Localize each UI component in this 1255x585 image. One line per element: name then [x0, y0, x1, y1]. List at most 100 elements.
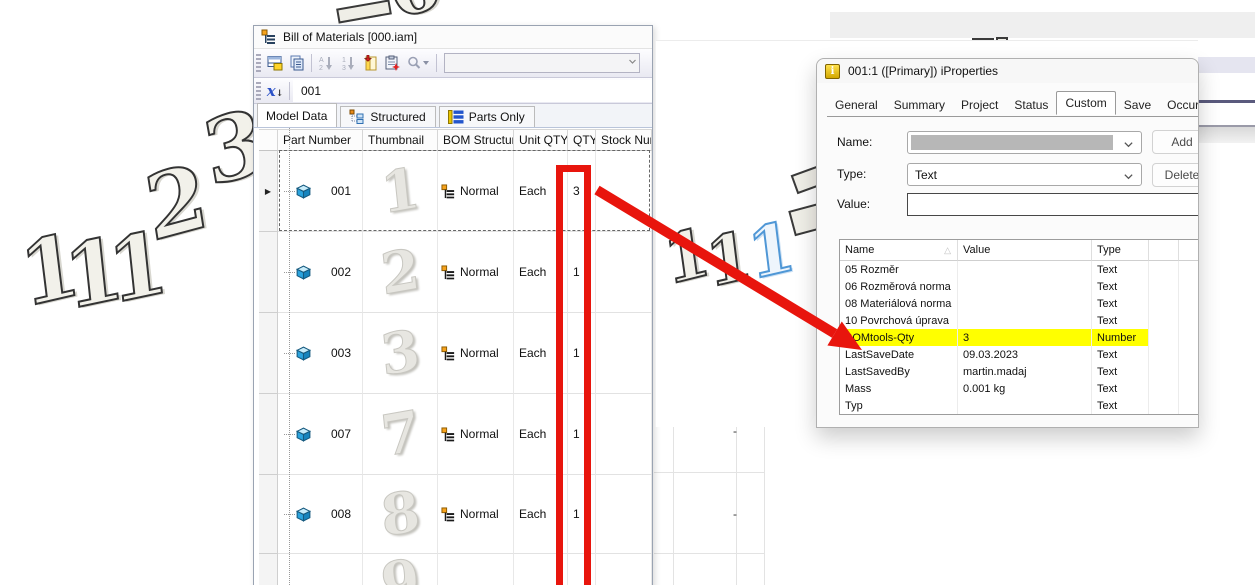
delete-button[interactable]: Delete — [1152, 163, 1199, 187]
property-name[interactable]: 10 Povrchová úprava — [840, 312, 958, 329]
property-row[interactable]: BOMtools-Qty 3 Number — [840, 329, 1199, 346]
property-name[interactable]: LastSaveDate — [840, 346, 958, 363]
property-type[interactable]: Text — [1092, 380, 1149, 397]
qty-cell[interactable]: 1 — [568, 475, 596, 554]
bom-structure-cell[interactable]: Normal — [438, 394, 514, 475]
bom-structure-cell[interactable] — [438, 554, 514, 585]
property-type[interactable]: Text — [1092, 261, 1149, 278]
column-header[interactable]: Part Number — [278, 129, 363, 151]
tab-parts-only[interactable]: Parts Only — [439, 106, 535, 127]
property-column-header[interactable]: Type — [1092, 240, 1149, 261]
thumbnail-cell[interactable]: 3 — [363, 313, 438, 394]
iprops-tab-occurrence[interactable]: Occurrence — [1159, 94, 1199, 116]
property-row[interactable]: LastSavedBy martin.madaj Text — [840, 363, 1199, 380]
type-combobox[interactable]: Text — [907, 163, 1142, 186]
property-row[interactable]: Mass 0.001 kg Text — [840, 380, 1199, 397]
part-number-cell[interactable]: 007 — [278, 394, 363, 475]
property-value[interactable] — [958, 278, 1092, 295]
property-value[interactable]: 0.001 kg — [958, 380, 1092, 397]
qty-cell[interactable]: 1 — [568, 394, 596, 475]
row-selector[interactable] — [259, 232, 278, 313]
property-value[interactable]: 3 — [958, 329, 1092, 346]
unit-qty-cell[interactable]: Each — [514, 394, 568, 475]
row-selector[interactable]: ▶ — [259, 151, 278, 232]
unit-qty-cell[interactable]: Each — [514, 151, 568, 232]
sort-ascending-icon[interactable]: A2 — [315, 52, 337, 74]
property-type[interactable]: Text — [1092, 397, 1149, 414]
toolbar-grip[interactable] — [256, 54, 261, 72]
thumbnail-cell[interactable]: 1 — [363, 151, 438, 232]
part-number-cell[interactable]: 001 — [278, 151, 363, 232]
property-row[interactable]: 06 Rozměrová norma Text — [840, 278, 1199, 295]
qty-cell[interactable]: 1 — [568, 313, 596, 394]
property-type[interactable]: Text — [1092, 295, 1149, 312]
bom-structure-cell[interactable]: Normal — [438, 313, 514, 394]
property-type[interactable]: Text — [1092, 278, 1149, 295]
table-row[interactable]: 003 3 Normal Each 1 — [259, 313, 652, 394]
add-button[interactable]: Add — [1152, 130, 1199, 154]
property-type[interactable]: Text — [1092, 363, 1149, 380]
search-icon[interactable] — [403, 52, 433, 74]
property-row[interactable]: 10 Povrchová úprava Text — [840, 312, 1199, 329]
copy-icon[interactable] — [286, 52, 308, 74]
row-selector[interactable] — [259, 554, 278, 585]
table-row[interactable]: 9 — [259, 554, 652, 585]
name-combobox[interactable] — [907, 131, 1142, 154]
part-number-cell[interactable]: 008 — [278, 475, 363, 554]
property-value[interactable] — [958, 295, 1092, 312]
property-column-header[interactable] — [1149, 240, 1179, 261]
qty-cell[interactable]: 1 — [568, 232, 596, 313]
tab-structured[interactable]: Structured — [340, 106, 435, 127]
qty-cell[interactable]: 3 — [568, 151, 596, 232]
part-number-merge-icon[interactable] — [381, 52, 403, 74]
expression-input[interactable]: 001 — [293, 80, 652, 102]
tab-model-data[interactable]: Model Data — [257, 103, 337, 127]
column-header[interactable]: Stock Numb — [596, 129, 652, 151]
property-name[interactable]: Typ — [840, 397, 958, 414]
thumbnail-cell[interactable]: 9 — [363, 554, 438, 585]
table-row[interactable]: ▶ 001 1 Normal Each 3 — [259, 151, 652, 232]
iprops-tab-general[interactable]: General — [827, 94, 886, 116]
column-header[interactable]: QTY — [568, 129, 596, 151]
table-row[interactable]: 008 8 Normal Each 1 — [259, 475, 652, 554]
row-selector[interactable] — [259, 313, 278, 394]
table-row[interactable]: 002 2 Normal Each 1 — [259, 232, 652, 313]
part-number-cell[interactable] — [278, 554, 363, 585]
property-value[interactable]: martin.madaj — [958, 363, 1092, 380]
column-header[interactable]: Unit QTY — [514, 129, 568, 151]
column-header[interactable]: BOM Structure — [438, 129, 514, 151]
value-input[interactable] — [907, 193, 1199, 216]
part-number-cell[interactable]: 003 — [278, 313, 363, 394]
property-name[interactable]: Mass — [840, 380, 958, 397]
expression-icon[interactable]: x↓ — [264, 80, 286, 102]
property-column-header[interactable] — [1179, 240, 1199, 261]
part-number-cell[interactable]: 002 — [278, 232, 363, 313]
property-name[interactable]: 08 Materiálová norma — [840, 295, 958, 312]
iprops-tab-status[interactable]: Status — [1006, 94, 1056, 116]
property-row[interactable]: 05 Rozměr Text — [840, 261, 1199, 278]
thumbnail-cell[interactable]: 8 — [363, 475, 438, 554]
property-value[interactable] — [958, 312, 1092, 329]
toolbar-grip[interactable] — [256, 82, 261, 100]
bom-titlebar[interactable]: Bill of Materials [000.iam] — [254, 26, 652, 49]
bom-structure-cell[interactable]: Normal — [438, 475, 514, 554]
thumbnail-cell[interactable]: 2 — [363, 232, 438, 313]
property-column-header[interactable]: Name△ — [840, 240, 958, 261]
property-column-header[interactable]: Value — [958, 240, 1092, 261]
thumbnail-cell[interactable]: 7 — [363, 394, 438, 475]
stock-number-cell[interactable] — [596, 554, 652, 585]
iprops-tab-summary[interactable]: Summary — [886, 94, 953, 116]
iprops-tab-save[interactable]: Save — [1116, 94, 1159, 116]
unit-qty-cell[interactable]: Each — [514, 475, 568, 554]
bom-structure-cell[interactable]: Normal — [438, 232, 514, 313]
bom-structure-cell[interactable]: Normal — [438, 151, 514, 232]
property-row[interactable]: 08 Materiálová norma Text — [840, 295, 1199, 312]
column-header[interactable]: Thumbnail — [363, 129, 438, 151]
property-value[interactable] — [958, 261, 1092, 278]
property-row[interactable]: LastSaveDate 09.03.2023 Text — [840, 346, 1199, 363]
unit-qty-cell[interactable]: Each — [514, 232, 568, 313]
property-type[interactable]: Text — [1092, 312, 1149, 329]
stock-number-cell[interactable] — [596, 313, 652, 394]
property-row[interactable]: Typ Text — [840, 397, 1199, 414]
property-name[interactable]: 06 Rozměrová norma — [840, 278, 958, 295]
